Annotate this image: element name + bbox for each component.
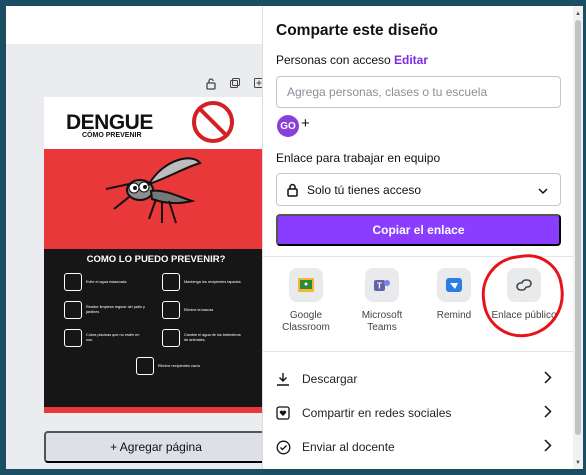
editor-top-bar: [6, 6, 266, 44]
tip-item: Elimine recipientes vacío: [136, 357, 218, 375]
dengue-poster[interactable]: DENGUE CÓMO PREVENIR COMO LO PUEDO PREVE…: [44, 97, 266, 413]
download-label: Descargar: [302, 372, 358, 386]
share-panel-title: Comparte este diseño: [276, 22, 438, 39]
chevron-right-icon: [544, 405, 552, 421]
svg-text:T: T: [377, 282, 382, 291]
download-action[interactable]: Descargar: [276, 368, 561, 390]
check-circle-icon: [276, 440, 302, 455]
chevron-down-icon: [538, 184, 548, 198]
garbage-icon: [162, 301, 180, 319]
lock-icon[interactable]: [204, 76, 218, 90]
tip-item: Cubra piscinas que no estén en uso.: [64, 329, 146, 347]
remind-icon: [437, 268, 471, 302]
mosquito-illustration: [105, 157, 202, 224]
duplicate-page-icon[interactable]: [228, 76, 242, 90]
social-share-label: Compartir en redes sociales: [302, 406, 452, 420]
empty-containers-icon: [136, 357, 154, 375]
tip-item: Cambie el agua de los bebederos de anima…: [162, 329, 244, 347]
prevention-title: COMO LO PUEDO PREVENIR?: [86, 254, 226, 265]
pool-icon: [64, 329, 82, 347]
add-page-button[interactable]: + Agregar página: [44, 431, 266, 463]
people-access-label: Personas con acceso: [276, 53, 391, 67]
poster-bottom-band: [44, 407, 266, 413]
add-people-input[interactable]: Agrega personas, clases o tu escuela: [276, 76, 561, 108]
animal-bowl-icon: [162, 329, 180, 347]
chevron-right-icon: [544, 439, 552, 455]
google-classroom-icon: [289, 268, 323, 302]
lock-icon: [277, 183, 307, 197]
access-option: Solo tú tienes acceso: [307, 182, 422, 197]
scroll-down-icon[interactable]: ▼: [575, 460, 581, 466]
send-to-teacher-action[interactable]: Enviar al docente: [276, 436, 561, 458]
editor-canvas: DENGUE CÓMO PREVENIR COMO LO PUEDO PREVE…: [6, 6, 266, 469]
scroll-up-icon[interactable]: ▲: [575, 11, 581, 17]
copy-link-button[interactable]: Copiar el enlace: [276, 214, 561, 246]
add-person-button[interactable]: +: [301, 115, 310, 132]
poster-header: DENGUE CÓMO PREVENIR: [44, 97, 266, 149]
avatar[interactable]: GO: [277, 115, 299, 137]
download-icon: [276, 372, 302, 386]
prevention-section: COMO LO PUEDO PREVENIR? Evite el agua es…: [44, 249, 266, 407]
send-to-teacher-label: Enviar al docente: [302, 440, 395, 454]
link-access-select[interactable]: Solo tú tienes acceso: [276, 173, 561, 206]
scroll-thumb[interactable]: [575, 20, 581, 435]
edit-access-link[interactable]: Editar: [394, 53, 428, 67]
divider: [263, 351, 573, 352]
trash-can-icon: [162, 273, 180, 291]
share-google-classroom[interactable]: Google Classroom: [273, 268, 339, 334]
poster-subtitle: CÓMO PREVENIR: [82, 132, 142, 139]
microsoft-teams-icon: T: [365, 268, 399, 302]
share-panel: Comparte este diseño Personas con acceso…: [262, 6, 573, 469]
team-link-label: Enlace para trabajar en equipo: [276, 151, 441, 165]
social-share-action[interactable]: Compartir en redes sociales: [276, 402, 561, 424]
tip-item: Elimine la basura: [162, 301, 244, 319]
heart-icon: [276, 406, 302, 420]
tire-icon: [64, 273, 82, 291]
tip-item: Evite el agua estancada: [64, 273, 146, 291]
page-tools: [204, 76, 266, 90]
chevron-right-icon: [544, 371, 552, 387]
tip-item: Realice limpieza regular del patio y jar…: [64, 301, 146, 319]
no-mosquito-icon: [192, 101, 234, 143]
red-annotation-circle: [476, 249, 570, 343]
share-remind[interactable]: Remind: [421, 268, 487, 322]
tip-item: Mantenga los recipientes tapados: [162, 273, 244, 291]
share-microsoft-teams[interactable]: T Microsoft Teams: [349, 268, 415, 334]
cleaning-icon: [64, 301, 82, 319]
